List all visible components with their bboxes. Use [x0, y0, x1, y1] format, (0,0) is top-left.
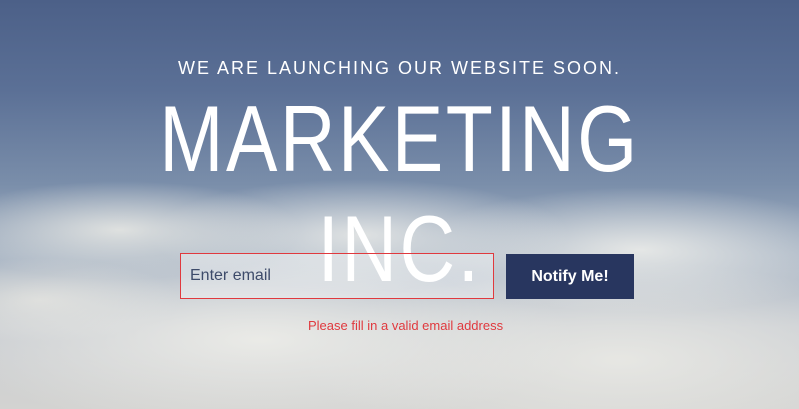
- email-input[interactable]: [180, 253, 494, 299]
- email-error-message: Please fill in a valid email address: [308, 318, 504, 333]
- notify-me-button[interactable]: Notify Me!: [506, 254, 634, 299]
- launch-tagline: WE ARE LAUNCHING OUR WEBSITE SOON.: [177, 58, 622, 78]
